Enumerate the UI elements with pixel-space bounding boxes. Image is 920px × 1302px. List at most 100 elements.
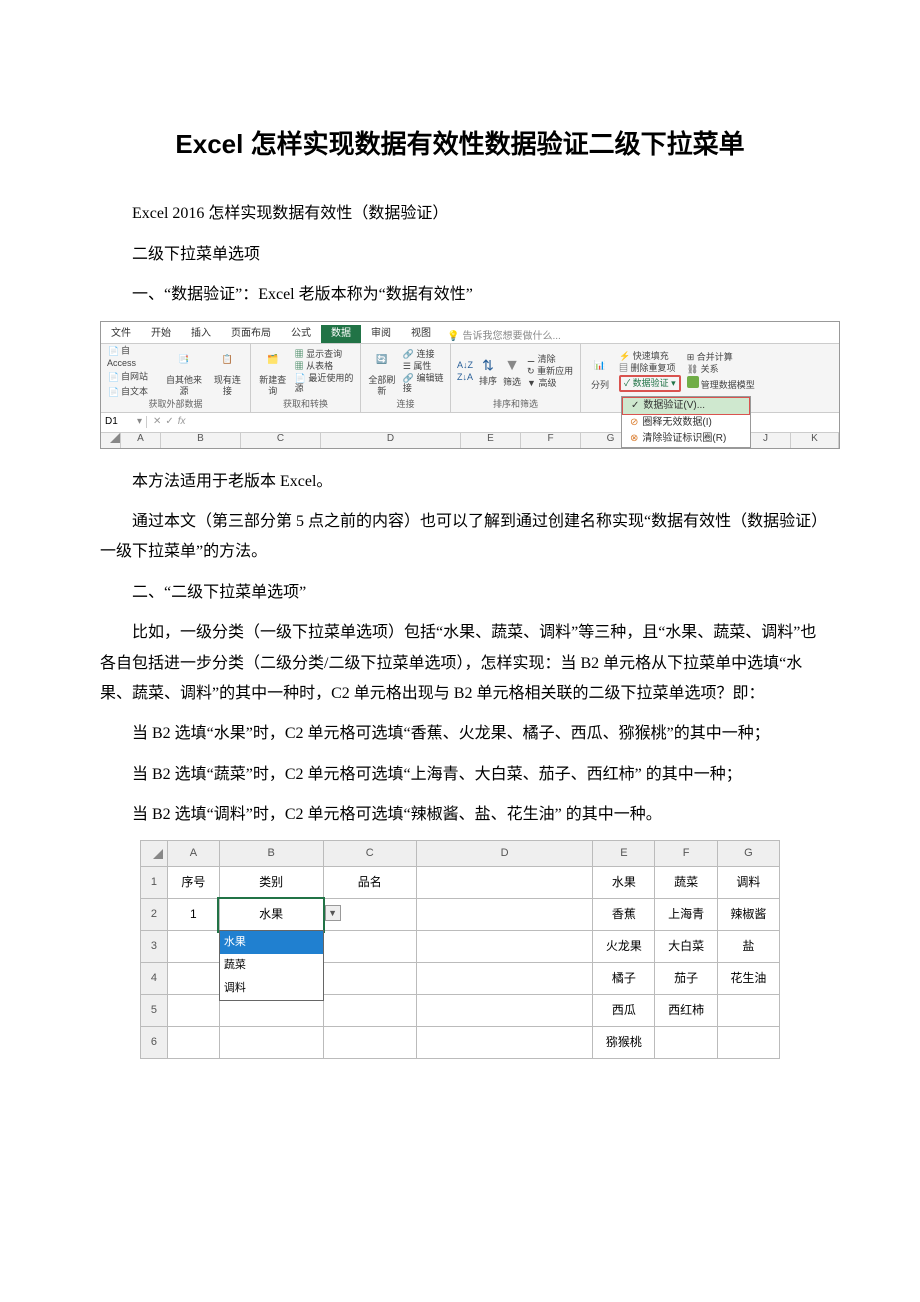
- col-B[interactable]: B: [219, 841, 323, 867]
- cell[interactable]: [323, 1027, 416, 1059]
- cell[interactable]: [167, 1027, 219, 1059]
- cell[interactable]: [323, 995, 416, 1027]
- filter-btn[interactable]: ▼ 筛选: [503, 356, 521, 388]
- tab-file[interactable]: 文件: [101, 325, 141, 343]
- select-all-corner[interactable]: [110, 433, 120, 443]
- cell[interactable]: 香蕉: [593, 899, 655, 931]
- col-F[interactable]: F: [521, 433, 581, 448]
- text-to-cols[interactable]: 📊 分列: [587, 352, 613, 391]
- row-2[interactable]: 2: [141, 899, 168, 931]
- tell-me[interactable]: 💡 告诉我您想要做什么...: [441, 331, 561, 343]
- col-E[interactable]: E: [461, 433, 521, 448]
- cell[interactable]: 大白菜: [655, 931, 717, 963]
- existing-conn[interactable]: 📋 现有连接: [211, 347, 244, 397]
- cancel-icon[interactable]: ✕: [153, 416, 161, 428]
- refresh-all[interactable]: 🔄 全部刷新: [367, 347, 397, 397]
- cell[interactable]: 序号: [167, 867, 219, 899]
- from-table[interactable]: ▦ 从表格: [295, 361, 354, 372]
- fx-icon[interactable]: fx: [178, 416, 186, 428]
- show-query[interactable]: ▦ 显示查询: [295, 349, 354, 360]
- flash-fill[interactable]: ⚡ 快速填充: [619, 351, 681, 362]
- row-3[interactable]: 3: [141, 931, 168, 963]
- tab-home[interactable]: 开始: [141, 325, 181, 343]
- cell[interactable]: 盐: [717, 931, 779, 963]
- col-C[interactable]: C: [323, 841, 416, 867]
- connections[interactable]: 🔗 连接: [403, 349, 444, 360]
- clear-filter[interactable]: ⚊ 清除: [527, 354, 573, 365]
- cell[interactable]: [167, 995, 219, 1027]
- cell[interactable]: 西瓜: [593, 995, 655, 1027]
- from-web[interactable]: 自网站: [121, 372, 148, 382]
- col-A[interactable]: A: [121, 433, 161, 448]
- tab-layout[interactable]: 页面布局: [221, 325, 281, 343]
- cell[interactable]: [416, 963, 592, 995]
- tab-view[interactable]: 视图: [401, 325, 441, 343]
- cell[interactable]: 猕猴桃: [593, 1027, 655, 1059]
- consolidate[interactable]: ⊞ 合并计算: [687, 352, 755, 363]
- dd-circle-invalid[interactable]: ⊘ 圈释无效数据(I): [622, 415, 750, 431]
- data-validation[interactable]: ✓ 数据验证 ▾: [619, 375, 681, 392]
- cell[interactable]: [167, 963, 219, 995]
- cell[interactable]: 品名: [323, 867, 416, 899]
- cell[interactable]: [167, 931, 219, 963]
- row-5[interactable]: 5: [141, 995, 168, 1027]
- cell[interactable]: [416, 995, 592, 1027]
- cell[interactable]: [717, 995, 779, 1027]
- col-A[interactable]: A: [167, 841, 219, 867]
- row-1[interactable]: 1: [141, 867, 168, 899]
- tab-review[interactable]: 审阅: [361, 325, 401, 343]
- cell[interactable]: 蔬菜: [655, 867, 717, 899]
- cell[interactable]: 类别: [219, 867, 323, 899]
- enter-icon[interactable]: ✓: [165, 416, 173, 428]
- col-B[interactable]: B: [161, 433, 241, 448]
- from-other[interactable]: 📑 自其他来源: [163, 347, 205, 397]
- col-E[interactable]: E: [593, 841, 655, 867]
- cell[interactable]: [717, 1027, 779, 1059]
- remove-dup[interactable]: ▤ 删除重复项: [619, 363, 681, 374]
- name-box[interactable]: D1 ▾: [101, 416, 147, 428]
- col-D[interactable]: D: [321, 433, 461, 448]
- sort-az-icon[interactable]: A↓Z: [457, 360, 473, 371]
- row-6[interactable]: 6: [141, 1027, 168, 1059]
- tab-formula[interactable]: 公式: [281, 325, 321, 343]
- cell[interactable]: [323, 931, 416, 963]
- properties[interactable]: ☰ 属性: [403, 361, 444, 372]
- cell[interactable]: [416, 867, 592, 899]
- cell[interactable]: 上海青: [655, 899, 717, 931]
- col-D[interactable]: D: [416, 841, 592, 867]
- dd-clear-circles[interactable]: ⊗ 清除验证标识圈(R): [622, 431, 750, 447]
- cell[interactable]: 1: [167, 899, 219, 931]
- cell[interactable]: 水果: [593, 867, 655, 899]
- cell[interactable]: [416, 931, 592, 963]
- sort-za-icon[interactable]: Z↓A: [457, 372, 473, 383]
- cell[interactable]: [416, 899, 592, 931]
- recent-src[interactable]: 📄 最近使用的源: [295, 373, 354, 395]
- dd-data-validation[interactable]: ✓ 数据验证(V)...: [622, 397, 750, 415]
- dd-option[interactable]: 蔬菜: [220, 954, 323, 977]
- dropdown-arrow-icon[interactable]: ▼: [325, 905, 341, 921]
- from-text[interactable]: 自文本: [121, 387, 148, 397]
- row-4[interactable]: 4: [141, 963, 168, 995]
- cell[interactable]: 火龙果: [593, 931, 655, 963]
- corner-cell[interactable]: [141, 841, 168, 867]
- col-K[interactable]: K: [791, 433, 839, 448]
- cell[interactable]: [323, 963, 416, 995]
- dd-option[interactable]: 调料: [220, 977, 323, 1000]
- cell[interactable]: [416, 1027, 592, 1059]
- col-F[interactable]: F: [655, 841, 717, 867]
- sort-btn[interactable]: ⇅ 排序: [479, 357, 497, 387]
- tab-data[interactable]: 数据: [321, 325, 361, 343]
- cell[interactable]: 辣椒酱: [717, 899, 779, 931]
- cell[interactable]: 花生油: [717, 963, 779, 995]
- data-model[interactable]: 管理数据模型: [687, 376, 755, 391]
- col-G[interactable]: G: [717, 841, 779, 867]
- cell[interactable]: [219, 1027, 323, 1059]
- advanced[interactable]: ▼ 高级: [527, 378, 573, 389]
- reapply[interactable]: ↻ 重新应用: [527, 366, 573, 377]
- cell[interactable]: 调料: [717, 867, 779, 899]
- edit-links[interactable]: 🔗 编辑链接: [403, 373, 444, 395]
- dd-option[interactable]: 水果: [220, 931, 323, 954]
- col-C[interactable]: C: [241, 433, 321, 448]
- new-query[interactable]: 🗂️ 新建查询: [257, 347, 289, 397]
- relationships[interactable]: ⛓ 关系: [687, 364, 755, 375]
